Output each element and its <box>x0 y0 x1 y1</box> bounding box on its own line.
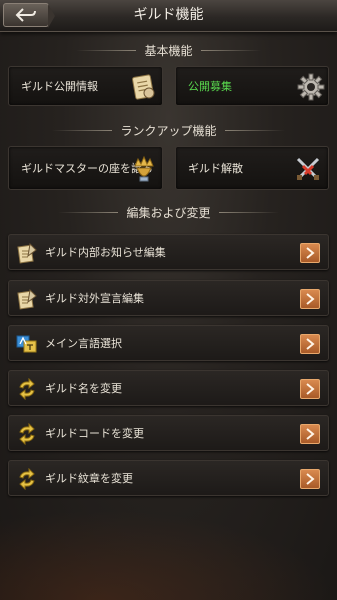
section-rankup-label: ランクアップ機能 <box>120 123 217 138</box>
quill-paper-icon <box>17 288 37 310</box>
change-guild-name-label: ギルド名を変更 <box>45 382 122 395</box>
arrow-button[interactable] <box>300 334 320 354</box>
section-edit-title: 編集および変更 <box>0 202 337 222</box>
swap-arrows-icon <box>19 468 35 490</box>
chevron-right-icon <box>306 473 315 485</box>
swap-arrows-icon <box>19 378 35 400</box>
crown-trophy-icon <box>134 155 154 182</box>
swap-arrows-icon <box>19 423 35 445</box>
main-language-label: メイン言語選択 <box>45 337 122 350</box>
transfer-master-label-line1: ギルドマスターの座 <box>21 161 120 175</box>
chevron-right-icon <box>306 338 315 350</box>
guild-info-label: ギルド公開情報 <box>21 79 98 93</box>
change-guild-name-row[interactable]: ギルド名を変更 <box>8 370 329 406</box>
guild-info-scroll-icon <box>132 74 155 100</box>
page-title: ギルド機能 <box>133 7 204 23</box>
change-guild-code-row[interactable]: ギルドコードを変更 <box>8 415 329 451</box>
quill-paper-icon <box>17 242 37 264</box>
divider <box>218 211 279 213</box>
disband-guild-button[interactable]: ギルド解散 <box>175 146 329 190</box>
disband-guild-label: ギルド解散 <box>188 161 243 175</box>
arrow-button[interactable] <box>300 379 320 399</box>
arrow-button[interactable] <box>300 469 320 489</box>
edit-internal-notice-label: ギルド内部お知らせ編集 <box>45 246 166 259</box>
section-basic-title: 基本機能 <box>0 40 337 60</box>
chevron-right-icon <box>306 247 315 259</box>
section-basic-label: 基本機能 <box>144 43 193 58</box>
divider <box>52 129 113 131</box>
public-recruit-button[interactable]: 公開募集 <box>175 66 329 106</box>
arrow-button[interactable] <box>300 424 320 444</box>
section-edit-label: 編集および変更 <box>126 205 211 220</box>
header-bar: ギルド機能 <box>0 0 337 32</box>
gear-icon <box>297 73 325 101</box>
edit-external-declaration-label: ギルド対外宣言編集 <box>45 292 144 305</box>
transfer-master-button[interactable]: ギルドマスターの座 を譲る <box>8 146 163 190</box>
arrow-button[interactable] <box>300 243 320 263</box>
background-glow <box>0 510 337 600</box>
chevron-right-icon <box>306 293 315 305</box>
edit-internal-notice-row[interactable]: ギルド内部お知らせ編集 <box>8 234 329 270</box>
divider <box>224 129 285 131</box>
guild-info-button[interactable]: ギルド公開情報 <box>8 66 163 106</box>
divider <box>58 211 119 213</box>
change-guild-code-label: ギルドコードを変更 <box>45 427 144 440</box>
section-rankup-title: ランクアップ機能 <box>0 120 337 140</box>
chevron-right-icon <box>306 428 315 440</box>
edit-external-declaration-row[interactable]: ギルド対外宣言編集 <box>8 280 329 316</box>
arrow-button[interactable] <box>300 289 320 309</box>
change-guild-emblem-row[interactable]: ギルド紋章を変更 <box>8 460 329 496</box>
chevron-right-icon <box>306 383 315 395</box>
crossed-swords-icon <box>296 157 320 180</box>
divider <box>76 49 137 51</box>
divider <box>200 49 261 51</box>
language-icon <box>16 335 37 353</box>
public-recruit-label: 公開募集 <box>188 79 232 93</box>
change-guild-emblem-label: ギルド紋章を変更 <box>45 472 133 485</box>
main-language-row[interactable]: メイン言語選択 <box>8 325 329 361</box>
